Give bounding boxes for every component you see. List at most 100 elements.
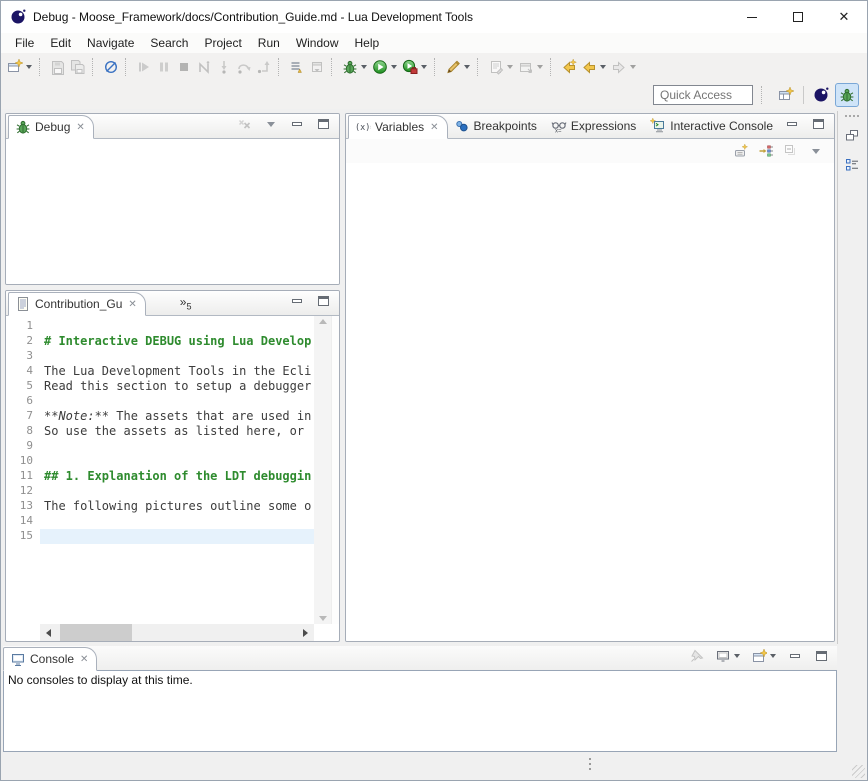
dropdown-arrow-icon[interactable] [421, 65, 427, 69]
quick-access-input[interactable] [653, 85, 753, 105]
svg-text:(x)=: (x)= [355, 123, 371, 133]
save-all-icon [70, 59, 86, 75]
expressions-icon: x= [551, 118, 567, 134]
window-maximize-button[interactable] [775, 1, 821, 33]
debug-view-content[interactable] [6, 139, 339, 284]
editor-horizontal-scrollbar[interactable] [40, 624, 314, 641]
external-tools-button[interactable] [400, 57, 430, 77]
minimize-icon [747, 17, 757, 18]
line-number: 3 [6, 349, 40, 364]
new-wizard-button[interactable] [5, 57, 35, 77]
open-console-button[interactable] [749, 646, 779, 666]
menu-file[interactable]: File [7, 34, 42, 52]
dropdown-arrow-icon[interactable] [770, 654, 776, 658]
close-icon[interactable]: ✕ [430, 122, 438, 133]
outline-view-button[interactable] [842, 155, 862, 175]
debug-view-tabbar: Debug ✕ [6, 114, 339, 139]
tab-expressions[interactable]: x=Expressions [545, 114, 644, 138]
minimize-button[interactable] [287, 114, 307, 134]
line-number-gutter[interactable]: 123456789101112131415 [6, 316, 40, 624]
close-icon[interactable]: ✕ [76, 122, 84, 133]
trim-drag-handle[interactable] [845, 115, 859, 117]
tab-variables[interactable]: (x)=Variables✕ [348, 115, 448, 139]
tab-breakpoints[interactable]: Breakpoints [448, 114, 545, 138]
perspective-separator [803, 86, 804, 104]
tab-label: Debug [35, 120, 70, 134]
code-line: The following pictures outline some o [40, 499, 314, 514]
menu-window[interactable]: Window [288, 34, 347, 52]
menu-run[interactable]: Run [250, 34, 288, 52]
menu-search[interactable]: Search [142, 34, 196, 52]
collapse-all-button [781, 141, 801, 161]
maximize-button[interactable] [808, 114, 828, 134]
view-menu-button[interactable] [261, 114, 281, 134]
view-menu-button[interactable] [806, 141, 826, 161]
close-icon[interactable]: ✕ [128, 299, 136, 310]
marker-pen-button[interactable] [443, 57, 473, 77]
dropdown-arrow-icon[interactable] [600, 65, 606, 69]
window-close-button[interactable]: ✕ [821, 1, 867, 33]
dropdown-arrow-icon[interactable] [734, 654, 740, 658]
scroll-up-icon[interactable] [319, 319, 327, 324]
tab-contribution-gu[interactable]: Contribution_Gu✕ [8, 292, 146, 316]
code-area[interactable]: # Interactive DEBUG using Lua Develop The… [40, 316, 314, 624]
debug-perspective-button[interactable] [835, 83, 859, 107]
back-button[interactable] [579, 57, 609, 77]
perspective-bar [774, 83, 859, 107]
toolbar-separator [761, 86, 767, 104]
editor-tabbar: Contribution_Gu✕ »5 [6, 291, 339, 316]
scroll-right-button[interactable] [297, 624, 314, 641]
code-segment: The Lua Development Tools in the Ecli [44, 364, 311, 378]
run-button[interactable] [370, 57, 400, 77]
line-number: 7 [6, 409, 40, 424]
maximize-button[interactable] [313, 114, 333, 134]
show-type-names-button[interactable] [731, 141, 751, 161]
last-edit-location-button[interactable] [559, 57, 579, 77]
menu-edit[interactable]: Edit [42, 34, 79, 52]
toolbar-separator [434, 58, 440, 76]
lua-perspective-button[interactable] [809, 83, 833, 107]
dropdown-arrow-icon[interactable] [391, 65, 397, 69]
tab-debug[interactable]: Debug ✕ [8, 115, 94, 139]
editor-overflow-chevron[interactable]: »5 [180, 295, 192, 311]
editor-vertical-scrollbar[interactable] [314, 316, 331, 624]
step-over-button [234, 57, 254, 77]
maximize-button[interactable] [313, 291, 333, 311]
scroll-left-button[interactable] [40, 624, 57, 641]
close-icon[interactable]: ✕ [80, 654, 88, 665]
show-logical-structures-icon [758, 143, 774, 159]
menu-project[interactable]: Project [196, 34, 249, 52]
minimize-button[interactable] [785, 646, 805, 666]
toolbar-separator [550, 58, 556, 76]
menu-navigate[interactable]: Navigate [79, 34, 142, 52]
minimize-button[interactable] [782, 114, 802, 134]
dropdown-arrow-icon[interactable] [26, 65, 32, 69]
tab-label: Console [30, 652, 74, 666]
display-selected-console-button[interactable] [713, 646, 743, 666]
show-logical-structures-button[interactable] [756, 141, 776, 161]
menu-help[interactable]: Help [347, 34, 388, 52]
dropdown-arrow-icon[interactable] [464, 65, 470, 69]
tab-interactive-console[interactable]: Interactive Console [644, 114, 781, 138]
hscroll-track[interactable] [57, 624, 297, 641]
code-line: The Lua Development Tools in the Ecli [40, 364, 314, 379]
window-minimize-button[interactable] [729, 1, 775, 33]
code-line [40, 394, 314, 409]
debug-button[interactable] [340, 57, 370, 77]
hscroll-thumb[interactable] [60, 624, 132, 641]
restore-views-button[interactable] [842, 125, 862, 145]
window-resize-grip[interactable] [852, 765, 865, 778]
open-perspective-button[interactable] [774, 83, 798, 107]
skip-all-breakpoints-button[interactable] [101, 57, 121, 77]
line-number: 15 [6, 529, 40, 544]
statusbar-drag-handle[interactable] [589, 758, 592, 770]
drop-to-frame-button [307, 57, 327, 77]
tab-console[interactable]: Console ✕ [3, 647, 97, 671]
minimize-button[interactable] [287, 291, 307, 311]
dropdown-arrow-icon[interactable] [361, 65, 367, 69]
use-step-filters-button[interactable] [287, 57, 307, 77]
variables-content[interactable] [346, 163, 834, 641]
scroll-down-icon[interactable] [319, 616, 327, 621]
maximize-button[interactable] [811, 646, 831, 666]
code-line: # Interactive DEBUG using Lua Develop [40, 334, 314, 349]
